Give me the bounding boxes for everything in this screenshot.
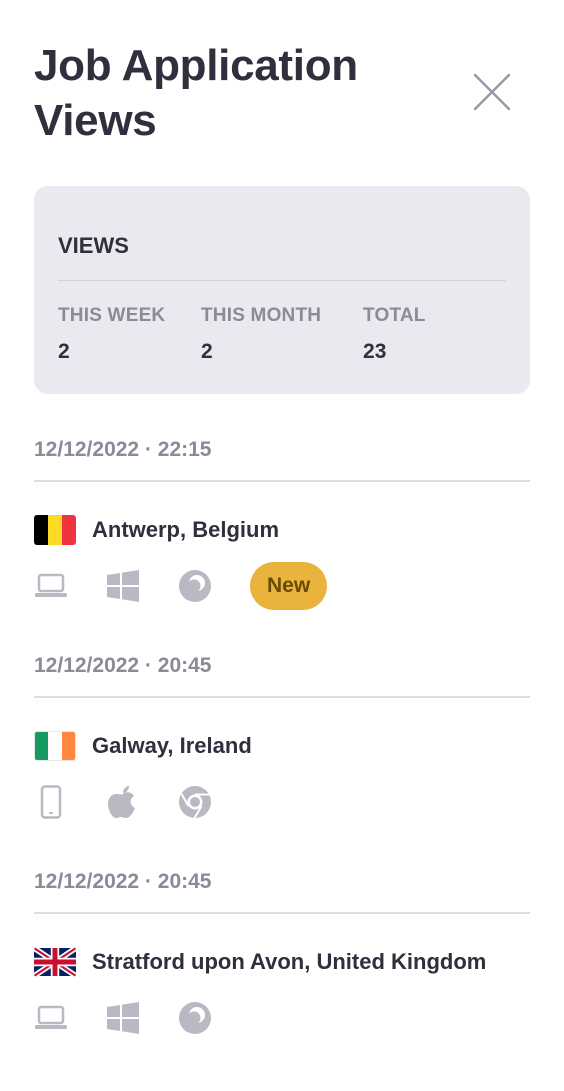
device-info-row: New — [34, 562, 530, 610]
belgium-flag-icon — [34, 515, 76, 545]
list-item: 12/12/2022 · 20:45 Stratford upon Avon, … — [34, 826, 530, 1042]
stat-label: THIS WEEK — [58, 305, 166, 326]
view-entries-list: 12/12/2022 · 22:15 Antwerp, Belgium New … — [34, 394, 530, 1042]
stat-value: 2 — [58, 340, 70, 363]
entry-location: Antwerp, Belgium — [34, 514, 530, 546]
windows-icon — [106, 569, 140, 603]
phone-icon — [34, 785, 68, 819]
list-item: 12/12/2022 · 22:15 Antwerp, Belgium New — [34, 394, 530, 610]
windows-icon — [106, 1001, 140, 1035]
entry-datetime: 12/12/2022 · 22:15 — [34, 394, 530, 482]
firefox-icon — [178, 1001, 212, 1035]
stats-row: THIS WEEK 2 THIS MONTH 2 TOTAL 23 — [58, 281, 506, 364]
stat-total: TOTAL 23 — [363, 305, 506, 364]
laptop-icon — [34, 1001, 68, 1035]
location-text: Antwerp, Belgium — [92, 517, 280, 542]
list-item: 12/12/2022 · 20:45 Galway, Ireland — [34, 610, 530, 826]
stat-label: THIS MONTH — [200, 305, 322, 326]
entry-location: Stratford upon Avon, United Kingdom — [34, 946, 530, 978]
apple-icon — [106, 785, 140, 819]
entry-datetime: 12/12/2022 · 20:45 — [34, 610, 530, 698]
entry-datetime: 12/12/2022 · 20:45 — [34, 826, 530, 914]
stat-label: TOTAL — [363, 305, 426, 326]
ireland-flag-icon — [34, 731, 76, 761]
location-text: Galway, Ireland — [92, 733, 252, 758]
location-text: Stratford upon Avon, United Kingdom — [92, 949, 487, 974]
new-badge: New — [250, 562, 328, 610]
firefox-icon — [178, 569, 212, 603]
device-info-row — [34, 994, 530, 1042]
stats-title: VIEWS — [58, 186, 506, 281]
views-stats-card: VIEWS THIS WEEK 2 THIS MONTH 2 TOTAL 23 — [34, 186, 530, 394]
job-views-panel: Job Application Views VIEWS THIS WEEK 2 … — [0, 0, 564, 1091]
stat-this-week: THIS WEEK 2 — [58, 305, 201, 364]
chrome-icon — [178, 785, 212, 819]
close-icon — [473, 73, 511, 111]
page-title: Job Application Views — [34, 41, 358, 145]
stat-value: 2 — [200, 340, 213, 363]
device-info-row — [34, 778, 530, 826]
stat-value: 23 — [363, 340, 387, 363]
header: Job Application Views — [34, 0, 530, 150]
uk-flag-icon — [34, 947, 76, 977]
entry-location: Galway, Ireland — [34, 730, 530, 762]
stat-this-month: THIS MONTH 2 — [201, 305, 363, 364]
laptop-icon — [34, 569, 68, 603]
close-button[interactable] — [472, 72, 512, 112]
